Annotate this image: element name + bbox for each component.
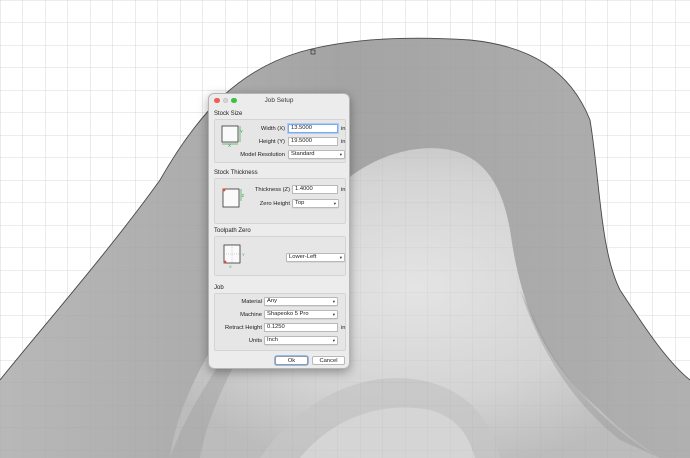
maximize-window-button[interactable]: [231, 97, 237, 103]
stock-thickness-icon: Z: [219, 183, 245, 213]
svg-text:X: X: [228, 143, 231, 147]
toolpath-zero-group: X Y Lower-Left ▾: [214, 236, 346, 276]
width-unit: in: [341, 126, 346, 132]
svg-text:X: X: [229, 264, 232, 269]
toolpath-zero-icon: X Y: [221, 242, 247, 272]
height-label: Height (Y): [258, 139, 285, 145]
units-label: Units: [248, 338, 262, 344]
chevron-down-icon: ▾: [332, 338, 335, 343]
stock-size-group: X Y Width (X) 13.5000 in Height (Y) 19.5…: [214, 119, 346, 163]
job-group: Material Any ▾ Machine Shapeoko 5 Pro ▾ Re…: [214, 293, 346, 351]
thickness-unit: in: [341, 187, 346, 193]
dialog-titlebar[interactable]: Job Setup: [209, 94, 349, 107]
height-input[interactable]: 19.5000: [288, 137, 338, 146]
toolpath-zero-select[interactable]: Lower-Left ▾: [286, 253, 345, 262]
retract-height-input[interactable]: 0.1250: [264, 323, 338, 332]
stock-thickness-section-title: Stock Thickness: [214, 170, 258, 176]
retract-height-label: Retract Height: [224, 325, 262, 331]
retract-height-unit: in: [341, 325, 346, 331]
svg-text:Y: Y: [242, 252, 245, 257]
machine-label: Machine: [240, 312, 262, 318]
stock-thickness-group: Z Thickness (Z) 1.4000 in Zero Height To…: [214, 178, 346, 224]
dialog-title: Job Setup: [264, 97, 294, 104]
material-label: Material: [241, 299, 262, 305]
chevron-down-icon: ▾: [339, 255, 342, 260]
close-window-button[interactable]: [214, 97, 220, 103]
thickness-label: Thickness (Z): [254, 187, 290, 193]
svg-text:Y: Y: [240, 129, 243, 134]
chevron-down-icon: ▾: [339, 152, 342, 157]
stock-size-icon: X Y: [219, 123, 243, 148]
ok-button[interactable]: Ok: [275, 356, 308, 365]
height-unit: in: [341, 139, 346, 145]
width-input[interactable]: 13.5000: [288, 124, 338, 133]
machine-select[interactable]: Shapeoko 5 Pro ▾: [264, 310, 338, 319]
cancel-button[interactable]: Cancel: [312, 356, 345, 365]
stock-size-section-title: Stock Size: [214, 111, 243, 117]
model-resolution-select[interactable]: Standard ▾: [288, 150, 345, 159]
zero-height-select[interactable]: Top ▾: [292, 199, 339, 208]
model-resolution-label: Model Resolution: [240, 152, 285, 158]
job-setup-dialog: Job Setup Stock Size X Y Width (X) 13.50…: [208, 93, 350, 369]
minimize-window-button[interactable]: [222, 97, 228, 103]
width-label: Width (X): [260, 126, 285, 132]
material-select[interactable]: Any ▾: [264, 297, 338, 306]
toolpath-zero-section-title: Toolpath Zero: [214, 228, 251, 234]
job-section-title: Job: [214, 285, 224, 291]
chevron-down-icon: ▾: [332, 299, 335, 304]
zero-height-label: Zero Height: [259, 201, 290, 207]
chevron-down-icon: ▾: [332, 312, 335, 317]
chevron-down-icon: ▾: [333, 201, 336, 206]
units-select[interactable]: Inch ▾: [264, 336, 338, 345]
thickness-input[interactable]: 1.4000: [292, 185, 338, 194]
svg-text:Z: Z: [242, 193, 245, 198]
